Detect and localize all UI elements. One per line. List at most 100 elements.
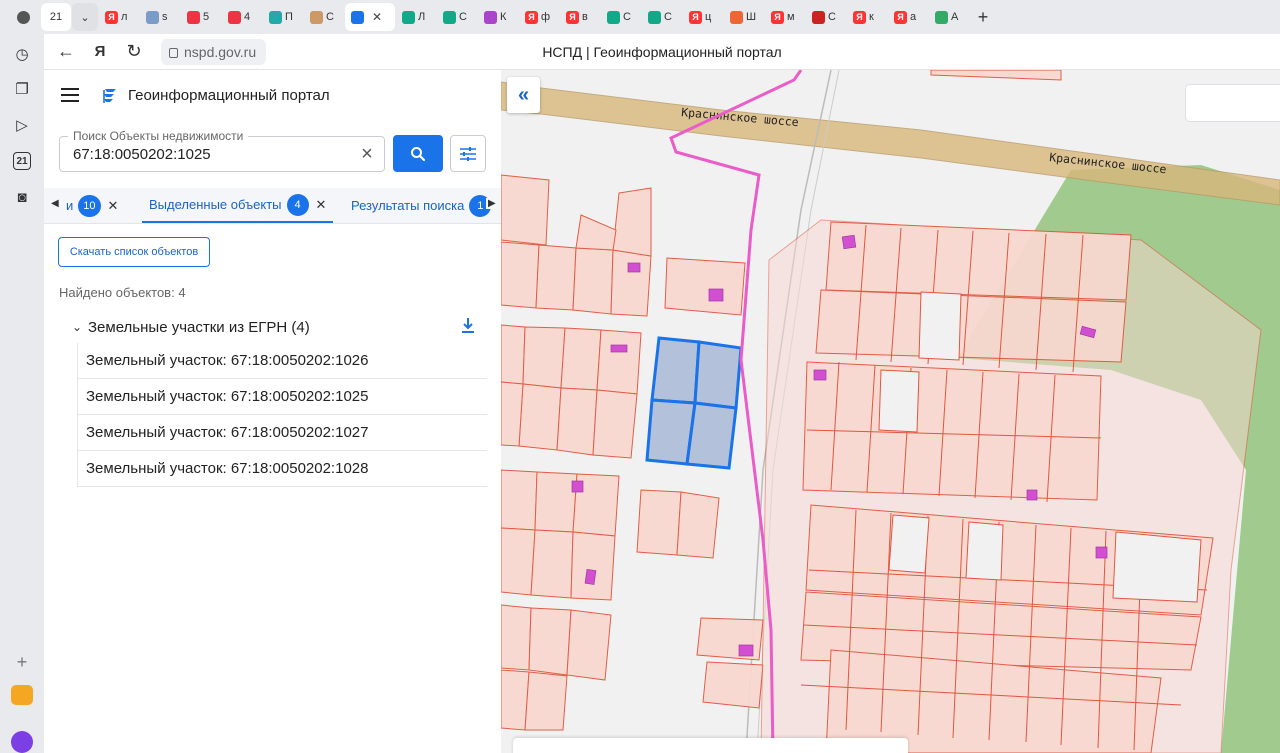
yandex-home-icon[interactable]: Я xyxy=(83,35,117,69)
search-input[interactable] xyxy=(73,146,343,163)
close-icon[interactable]: ✕ xyxy=(372,10,382,24)
avatar xyxy=(16,10,30,24)
list-item[interactable]: Земельный участок: 67:18:0050202:1028 xyxy=(78,451,487,487)
tab-layers[interactable]: и 10 ✕ xyxy=(66,188,118,223)
browser-tab[interactable]: С xyxy=(437,3,477,31)
search-icon xyxy=(411,146,426,161)
browser-tab-title: ц xyxy=(705,11,712,23)
cat-icon xyxy=(310,10,323,24)
tab-counter[interactable]: 21 xyxy=(41,3,71,31)
mail-icon xyxy=(812,10,825,24)
tab-counter-rail[interactable]: 21 xyxy=(13,152,31,170)
results-group-title: Земельные участки из ЕГРН (4) xyxy=(88,318,310,336)
results-group-header[interactable]: ⌄ Земельные участки из ЕГРН (4) xyxy=(72,317,476,337)
browser-tab[interactable]: С xyxy=(601,3,641,31)
menu-icon[interactable] xyxy=(61,88,79,102)
alice-assistant-icon[interactable] xyxy=(11,731,33,753)
browser-tab[interactable]: ✕ xyxy=(345,3,395,31)
filter-button[interactable] xyxy=(450,135,486,172)
app-title: Геоинформационный портал xyxy=(128,87,330,104)
tab-selected-objects[interactable]: Выделенные объекты 4 ✕ xyxy=(142,188,334,223)
yandex-icon: Я xyxy=(853,10,866,24)
video-icon[interactable]: ▷ xyxy=(10,113,34,137)
map-view[interactable]: Краснинское шоссе Краснинское шоссе « xyxy=(501,70,1280,753)
browser-tab[interactable]: Яв xyxy=(560,3,600,31)
side-panel: Геоинформационный портал Поиск Объекты н… xyxy=(44,70,501,753)
close-icon[interactable]: ✕ xyxy=(316,197,327,213)
tab-selected-objects-label: Выделенные объекты xyxy=(149,197,282,212)
screenshot-icon[interactable]: ◙ xyxy=(10,185,34,209)
list-item[interactable]: Земельный участок: 67:18:0050202:1025 xyxy=(78,379,487,415)
list-item[interactable]: Земельный участок: 67:18:0050202:1027 xyxy=(78,415,487,451)
browser-tab[interactable]: П xyxy=(263,3,303,31)
puzzle-icon xyxy=(484,10,497,24)
browser-tab[interactable]: Ш xyxy=(724,3,764,31)
browser-tab[interactable]: Як xyxy=(847,3,887,31)
browser-tab[interactable]: К xyxy=(478,3,518,31)
browser-tab[interactable]: Яц xyxy=(683,3,723,31)
clear-icon[interactable]: × xyxy=(358,144,376,164)
mail-icon xyxy=(187,10,200,24)
tab-selected-objects-count: 4 xyxy=(286,193,309,216)
browser-tab[interactable]: С xyxy=(642,3,682,31)
mail-icon[interactable] xyxy=(11,685,33,705)
browser-tab[interactable]: Ям xyxy=(765,3,805,31)
browser-tab-title: ф xyxy=(541,11,551,23)
browser-tab[interactable]: С xyxy=(304,3,344,31)
selected-parcels xyxy=(645,336,743,470)
collapse-panel-button[interactable]: « xyxy=(507,77,540,113)
new-tab-button[interactable]: + xyxy=(970,3,996,31)
map-canvas[interactable]: Краснинское шоссе Краснинское шоссе xyxy=(501,70,1280,753)
browser-tab-title: С xyxy=(664,11,672,23)
tabs-scroll-left-icon[interactable]: ◀ xyxy=(51,198,59,209)
back-arrow-icon[interactable]: ← xyxy=(49,35,83,69)
found-count: Найдено объектов: 4 xyxy=(59,285,186,300)
url-text: nspd.gov.ru xyxy=(184,43,257,60)
browser-profile-icon[interactable] xyxy=(6,3,40,31)
download-list-button[interactable]: Скачать список объектов xyxy=(58,237,210,267)
tab-list-chevron-icon[interactable]: ⌄ xyxy=(72,3,98,31)
add-panel-icon[interactable]: + xyxy=(10,650,34,674)
browser-tab[interactable]: s xyxy=(140,3,180,31)
browser-tab[interactable]: Ял xyxy=(99,3,139,31)
heart-icon xyxy=(730,10,743,24)
browser-tab[interactable]: 5 xyxy=(181,3,221,31)
download-icon[interactable] xyxy=(460,317,476,335)
tabs-scroll-right-icon[interactable]: ▶ xyxy=(486,198,496,209)
search-button[interactable] xyxy=(393,135,443,172)
browser-tab[interactable]: С xyxy=(806,3,846,31)
mail-icon xyxy=(228,10,241,24)
star-icon xyxy=(269,10,282,24)
close-icon[interactable]: ✕ xyxy=(108,198,119,214)
road xyxy=(501,81,1280,206)
shield-icon xyxy=(607,10,620,24)
url-field[interactable]: nspd.gov.ru xyxy=(161,38,267,65)
panel-tabs: ◀ и 10 ✕ Выделенные объекты 4 ✕ Результа… xyxy=(44,188,501,224)
results-list: Земельный участок: 67:18:0050202:1026 Зе… xyxy=(77,343,487,487)
collections-icon[interactable]: ❐ xyxy=(10,77,34,101)
search-field[interactable]: Поиск Объекты недвижимости × xyxy=(59,129,385,172)
map-search-box[interactable] xyxy=(1185,84,1280,122)
map-bottom-bar[interactable] xyxy=(513,738,908,753)
tab-layers-count: 10 xyxy=(78,194,101,217)
shield-icon xyxy=(402,10,415,24)
list-item[interactable]: Земельный участок: 67:18:0050202:1026 xyxy=(78,343,487,379)
browser-tab-title: в xyxy=(582,11,588,23)
browser-tab[interactable]: Яф xyxy=(519,3,559,31)
filter-sliders-icon xyxy=(460,146,476,161)
reload-icon[interactable]: ↻ xyxy=(117,35,151,69)
browser-tab-title: С xyxy=(459,11,467,23)
portal-logo-icon xyxy=(103,89,116,103)
tab-search-results[interactable]: Результаты поиска 1 xyxy=(351,188,492,223)
history-icon[interactable]: ◷ xyxy=(10,42,34,66)
browser-tab-title: 5 xyxy=(203,11,210,23)
chevron-down-icon[interactable]: ⌄ xyxy=(72,320,88,334)
browser-tab[interactable]: Л xyxy=(396,3,436,31)
browser-tab-title: к xyxy=(869,11,874,23)
browser-tab[interactable]: А xyxy=(929,3,969,31)
browser-tab[interactable]: 4 xyxy=(222,3,262,31)
browser-tab[interactable]: Яа xyxy=(888,3,928,31)
address-bar: НСПД | Геоинформационный портал ← Я ↻ ns… xyxy=(44,34,1280,70)
browser-tab-title: Л xyxy=(418,11,426,23)
yandex-icon: Я xyxy=(689,10,702,24)
